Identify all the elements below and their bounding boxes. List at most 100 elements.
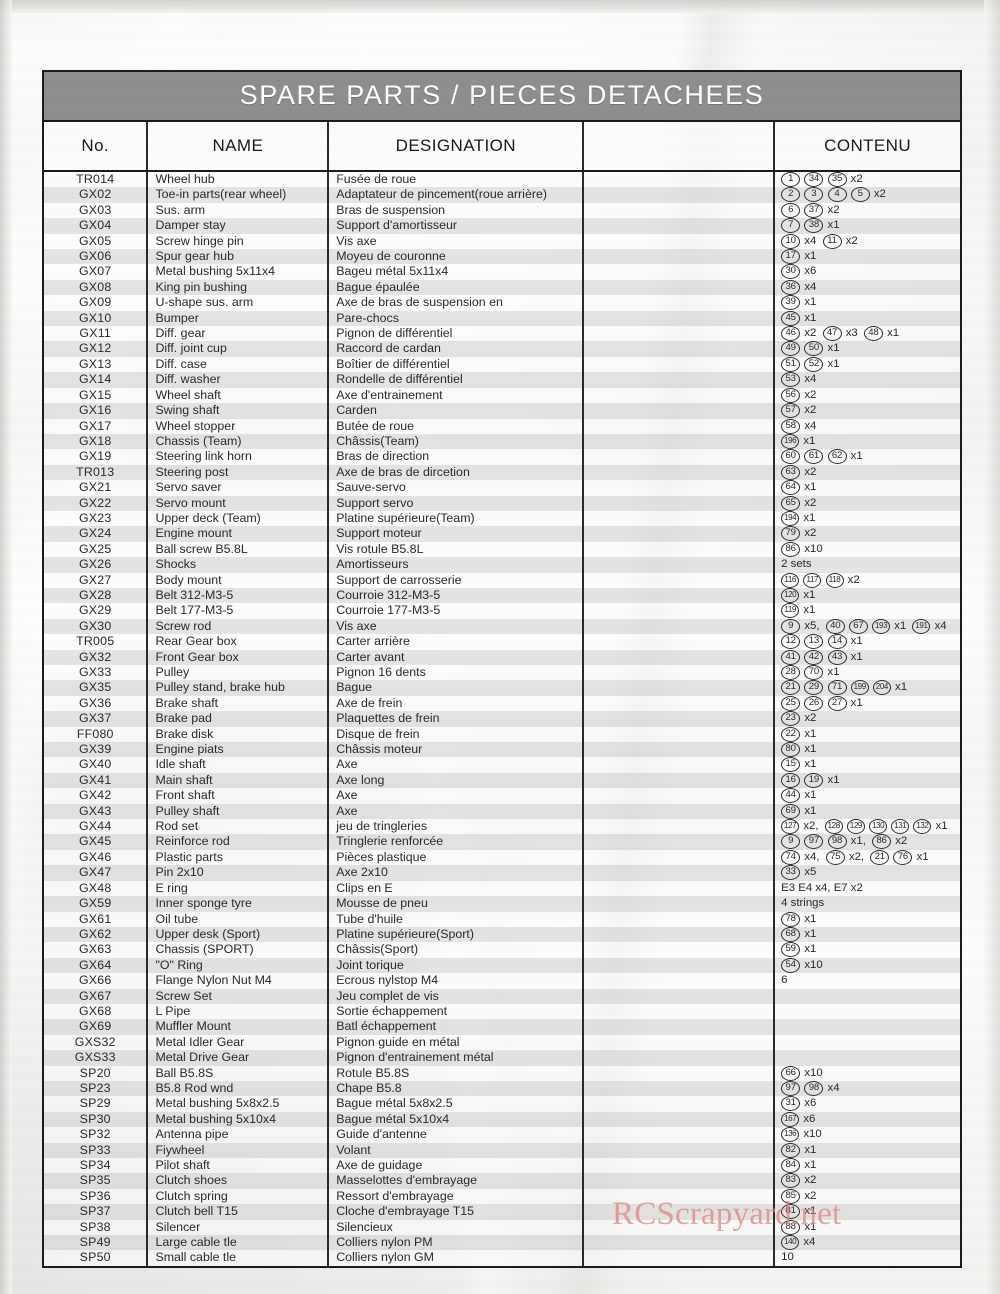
quantity-text: x2, xyxy=(848,850,865,863)
part-number-bubble: 98 xyxy=(804,1080,824,1096)
part-number-bubble: 46 xyxy=(781,326,801,342)
cell-contenu: 1 34 35 x2 xyxy=(774,171,960,188)
part-number-bubble: 69 xyxy=(781,803,801,819)
cell-designation: Support moteur xyxy=(328,526,585,542)
part-number-bubble: 27 xyxy=(827,695,847,711)
table-row: SP36 Clutch spring Ressort d'embrayage 85 x… xyxy=(44,1188,960,1205)
cell-part-number: GX19 xyxy=(44,449,149,465)
cell-blank xyxy=(583,372,776,388)
cell-blank xyxy=(583,495,776,511)
cell-contenu: 80 x1 xyxy=(774,742,960,758)
cell-part-number: GX35 xyxy=(44,680,149,696)
cell-blank xyxy=(583,187,776,203)
part-number-bubble: 34 xyxy=(804,172,824,187)
table-row: GX69 Muffler Mount Batl échappement xyxy=(44,1019,960,1035)
cell-designation: Vis axe xyxy=(328,618,585,635)
cell-part-number: SP38 xyxy=(44,1219,149,1236)
table-row: SP29 Metal bushing 5x8x2.5 Bague métal 5x8… xyxy=(44,1096,960,1112)
cell-name: Wheel stopper xyxy=(147,418,330,434)
cell-blank xyxy=(583,218,776,234)
cell-contenu: 17 x1 xyxy=(774,249,960,265)
cell-blank xyxy=(583,1235,776,1251)
cell-designation: Pignon d'entrainement métal xyxy=(328,1050,585,1066)
cell-name: Diff. joint cup xyxy=(147,341,330,357)
quantity-text: x1 xyxy=(827,342,840,355)
cell-designation: Cloche d'embrayage T15 xyxy=(328,1204,585,1220)
part-number-bubble: 80 xyxy=(781,742,801,758)
cell-contenu: 6 xyxy=(774,973,960,989)
cell-part-number: GX07 xyxy=(44,264,149,280)
quantity-text: x5 xyxy=(804,866,817,879)
cell-designation: Adaptateur de pincement(roue arrière) xyxy=(328,187,585,203)
table-row: GX68 L Pipe Sortie échappement xyxy=(44,1003,960,1020)
cell-contenu xyxy=(774,1034,960,1051)
part-number-bubble: 22 xyxy=(781,726,801,742)
cell-name: Metal bushing 5x8x2.5 xyxy=(147,1096,330,1112)
cell-contenu: 167 x6 xyxy=(774,1111,960,1128)
part-number-bubble: 127 xyxy=(781,819,800,835)
cell-name: U-shape sus. arm xyxy=(147,295,330,311)
cell-name: Toe-in parts(rear wheel) xyxy=(147,187,330,203)
cell-name: Brake shaft xyxy=(147,695,330,712)
cell-designation: Pièces plastique xyxy=(328,849,585,866)
quantity-text: x1 xyxy=(804,311,817,324)
cell-contenu: 21 29 71 199 204 x1 xyxy=(774,680,960,696)
cell-designation: Tube d'huile xyxy=(328,911,585,927)
cell-part-number: GXS32 xyxy=(44,1034,149,1051)
part-number-bubble: 23 xyxy=(781,711,801,727)
cell-designation: Pignon guide en métal xyxy=(328,1034,585,1051)
part-number-bubble: 68 xyxy=(781,926,801,942)
table-row: GX67 Screw Set Jeu complet de vis xyxy=(44,988,960,1004)
quantity-text: x2 xyxy=(804,712,817,725)
cell-designation: Plaquettes de frein xyxy=(328,711,585,727)
cell-part-number: GX29 xyxy=(44,603,149,619)
part-number-bubble: 191 xyxy=(912,618,931,634)
cell-contenu: 33 x5 xyxy=(774,865,960,881)
table-row: GX18 Chassis (Team) Châssis(Team) 196 x1 xyxy=(44,433,960,450)
quantity-text: x2 xyxy=(827,203,840,216)
cell-name: Screw rod xyxy=(147,618,330,635)
cell-part-number: SP29 xyxy=(44,1096,149,1112)
cell-contenu: 6 37 x2 xyxy=(774,202,960,219)
part-number-bubble: 47 xyxy=(822,326,842,342)
quantity-text: x2 xyxy=(873,188,886,201)
cell-contenu: 28 70 x1 xyxy=(774,665,960,681)
cell-designation: Rondelle de différentiel xyxy=(328,372,585,388)
table-row: GX66 Flange Nylon Nut M4 Ecrous nylstop M4… xyxy=(44,973,960,989)
quantity-text: x2 xyxy=(804,1189,817,1202)
cell-name: Chassis (Team) xyxy=(147,433,330,450)
part-number-bubble: 9 xyxy=(781,618,801,634)
quantity-text: x10 xyxy=(803,1128,822,1141)
cell-designation: Bageu métal 5x11x4 xyxy=(328,264,585,280)
cell-part-number: SP32 xyxy=(44,1127,149,1143)
part-number-bubble: 81 xyxy=(781,1204,801,1220)
cell-name: Damper stay xyxy=(147,218,330,234)
cell-part-number: SP37 xyxy=(44,1204,149,1220)
quantity-text: x2 xyxy=(804,404,817,417)
cell-blank xyxy=(583,233,776,250)
cell-designation: Axe long xyxy=(328,772,585,789)
quantity-text: x6 xyxy=(804,265,817,278)
part-number-bubble: 26 xyxy=(804,695,824,711)
cell-part-number: GX37 xyxy=(44,711,149,727)
quantity-text: x1 xyxy=(827,357,840,370)
part-number-bubble: 64 xyxy=(781,480,801,496)
part-number-bubble: 36 xyxy=(781,279,801,295)
cell-part-number: GX13 xyxy=(44,356,149,373)
quantity-text: x1 xyxy=(804,943,817,956)
table-row: GX61 Oil tube Tube d'huile 78 x1 xyxy=(44,911,960,927)
part-number-bubble: 16 xyxy=(781,772,801,788)
cell-blank xyxy=(583,680,776,696)
part-number-bubble: 82 xyxy=(781,1142,801,1158)
part-number-bubble: 11 xyxy=(822,233,842,249)
part-number-bubble: 38 xyxy=(804,218,824,234)
cell-name: Upper deck (Team) xyxy=(147,510,330,527)
cell-name: Servo mount xyxy=(147,495,330,511)
quantity-text: x1 xyxy=(803,434,816,447)
cell-part-number: GX61 xyxy=(44,911,149,927)
table-row: GX14 Diff. washer Rondelle de différentiel… xyxy=(44,372,960,388)
cell-part-number: GX43 xyxy=(44,803,149,820)
cell-designation: Vis axe xyxy=(328,233,585,250)
cell-designation: Bras de direction xyxy=(328,449,585,465)
cell-contenu: E3 E4 x4, E7 x2 xyxy=(774,880,960,897)
